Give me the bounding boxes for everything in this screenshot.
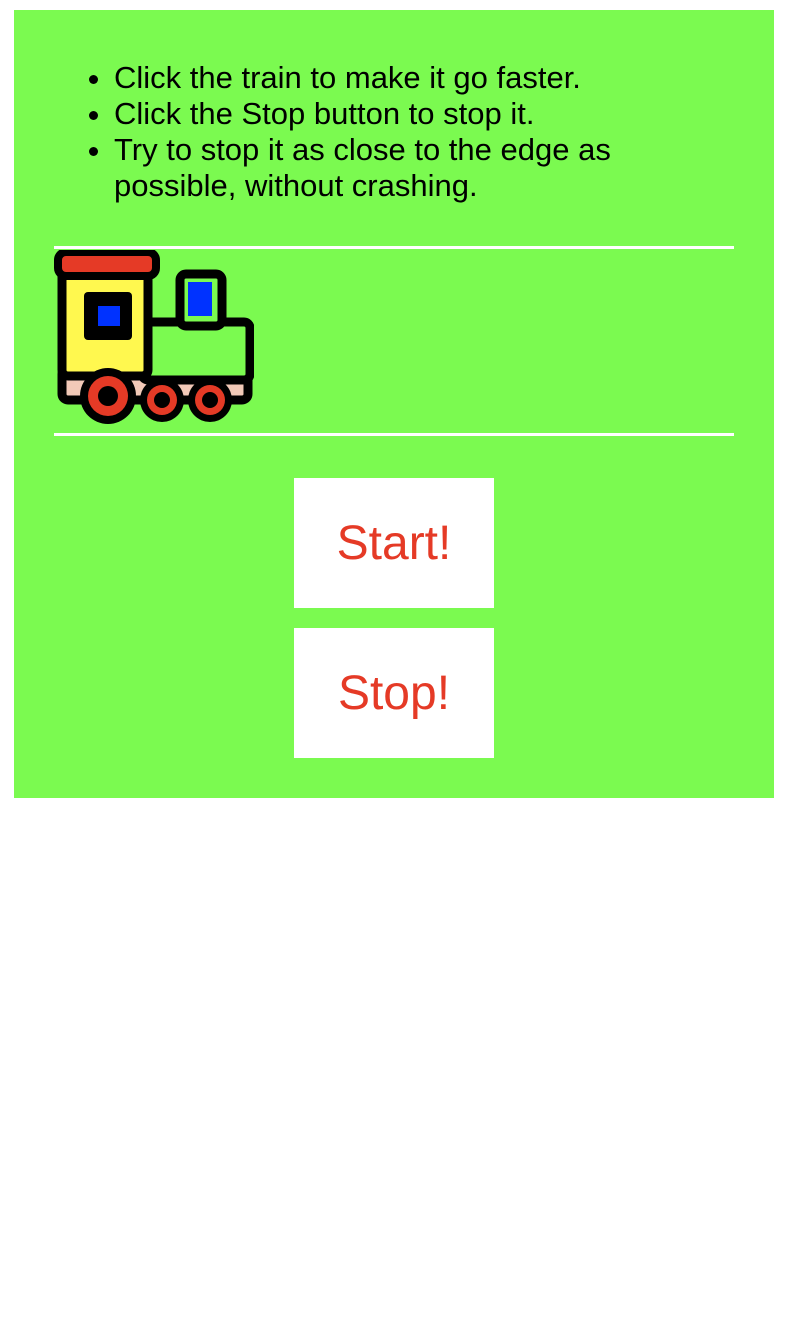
track-bottom-line [54,433,734,436]
track-top-line [54,246,734,249]
instruction-item: Click the Stop button to stop it. [114,96,734,132]
start-button[interactable]: Start! [294,478,494,608]
instruction-item: Click the train to make it go faster. [114,60,734,96]
game-panel: Click the train to make it go faster. Cl… [14,10,774,798]
train-track [54,246,734,436]
stop-button[interactable]: Stop! [294,628,494,758]
instructions-list: Click the train to make it go faster. Cl… [80,60,734,204]
instruction-item: Try to stop it as close to the edge as p… [114,132,734,204]
train-icon[interactable] [54,248,255,434]
train[interactable] [54,248,255,434]
